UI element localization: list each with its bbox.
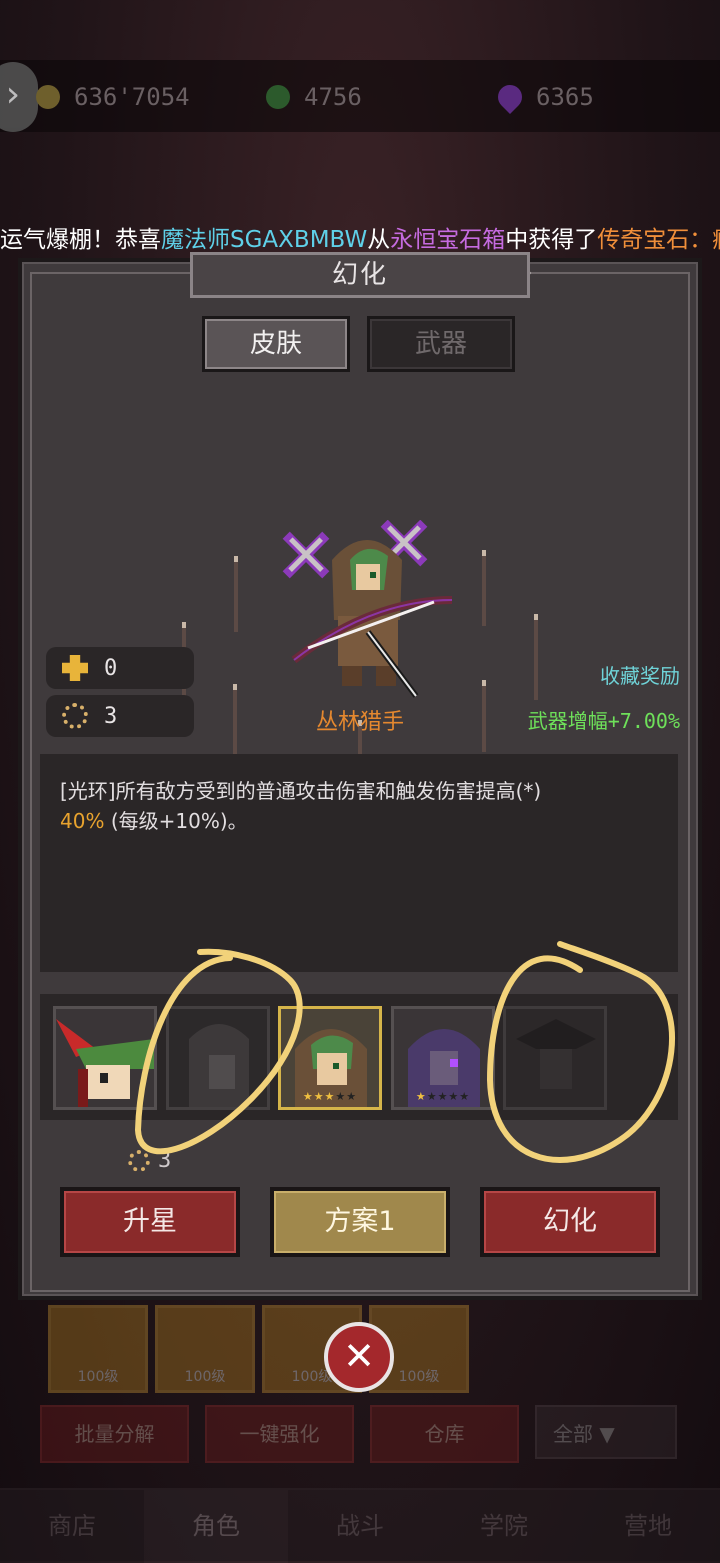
gold-coin-icon xyxy=(36,85,60,109)
plan-button[interactable]: 方案1 xyxy=(270,1187,450,1257)
shadow-swordsman-portrait xyxy=(506,1009,604,1107)
gold-currency: 636'7054 xyxy=(36,80,190,114)
transform-button[interactable]: 幻化 xyxy=(480,1187,660,1257)
gear-token-icon xyxy=(128,1149,150,1172)
warehouse-button: 仓库 xyxy=(370,1405,519,1463)
arrow-decoration xyxy=(534,614,538,700)
skin-card[interactable]: ★★★★★ xyxy=(391,1006,495,1110)
tab-weapon[interactable]: 武器 xyxy=(367,316,515,372)
arrow-decoration xyxy=(482,550,486,626)
filter-dropdown: 全部 ▼ xyxy=(535,1405,677,1459)
back-arrow-icon[interactable]: › xyxy=(0,62,38,132)
skin-card-selected[interactable]: ★★★★★ xyxy=(278,1006,382,1110)
puzzle-count: 0 xyxy=(46,647,194,689)
hero-sprite xyxy=(282,520,453,698)
dialog-title: 幻化 xyxy=(190,252,530,298)
collection-reward-link[interactable]: 收藏奖励 xyxy=(560,660,680,689)
nav-academy: 学院 xyxy=(480,1512,528,1540)
nav-battle: 战斗 xyxy=(336,1512,384,1540)
arrow-decoration xyxy=(234,556,238,632)
upgrade-cost: 3 xyxy=(128,1148,171,1173)
gear-token-icon xyxy=(62,703,88,729)
skin-card-locked[interactable] xyxy=(166,1006,270,1110)
tab-skin[interactable]: 皮肤 xyxy=(202,316,350,372)
quick-enhance-button: 一键强化 xyxy=(205,1405,354,1463)
nav-character: 角色 xyxy=(144,1490,288,1563)
hooded-assassin-portrait xyxy=(169,1009,267,1107)
star-rating: ★★★★★ xyxy=(302,1090,358,1103)
inventory-slot: 100级 xyxy=(48,1305,148,1393)
purple-crystal-icon xyxy=(493,80,527,114)
skill-description: [光环]所有敌方受到的普通攻击伤害和触发伤害提高(*) 40% (每级+10%)… xyxy=(40,754,678,972)
batch-decompose-button: 批量分解 xyxy=(40,1405,189,1463)
gem-currency: 4756 xyxy=(266,80,362,114)
red-feather-ranger-portrait xyxy=(56,1009,154,1107)
star-rating: ★★★★★ xyxy=(415,1090,471,1103)
arrow-decoration xyxy=(233,684,237,754)
close-icon[interactable]: ✕ xyxy=(324,1322,394,1392)
nav-shop: 商店 xyxy=(48,1512,96,1540)
skin-card-locked[interactable] xyxy=(503,1006,607,1110)
weapon-boost-text: 武器增幅+7.00% xyxy=(527,709,680,733)
upgrade-star-button[interactable]: 升星 xyxy=(60,1187,240,1257)
token-count: 3 xyxy=(46,695,194,737)
nav-camp: 营地 xyxy=(624,1512,672,1540)
skin-card[interactable] xyxy=(53,1006,157,1110)
crystal-currency: 6365 xyxy=(493,80,594,114)
bottom-nav: 商店 角色 战斗 学院 营地 xyxy=(0,1488,720,1563)
green-gem-icon xyxy=(266,85,290,109)
inventory-slot: 100级 xyxy=(155,1305,255,1393)
puzzle-piece-icon xyxy=(62,655,88,681)
hero-name: 丛林猎手 xyxy=(315,710,404,735)
